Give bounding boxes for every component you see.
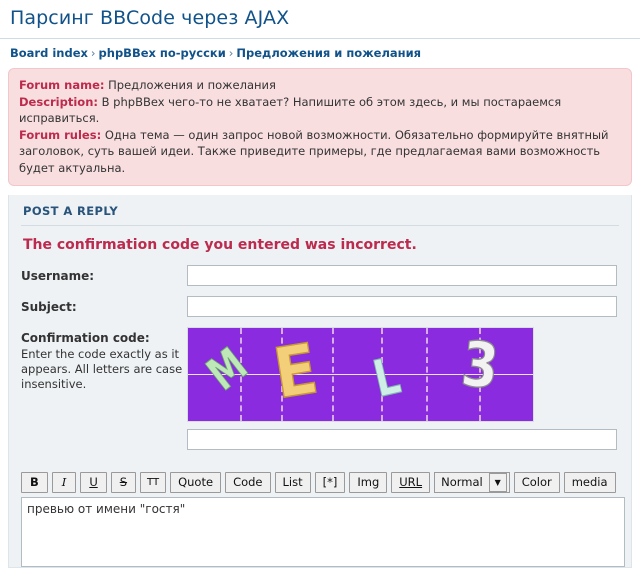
breadcrumb: Board index › phpBBex по-русски › Предложени… <box>0 39 640 68</box>
captcha-character: M <box>196 337 258 402</box>
captcha-image: M E L 3 <box>187 327 534 422</box>
forum-rules-label: Forum rules: <box>19 127 102 142</box>
bbcode-font-size-select[interactable]: Normal ▼ <box>434 472 510 493</box>
message-textarea[interactable] <box>21 497 625 567</box>
bbcode-list-item-button[interactable]: [*] <box>314 472 346 493</box>
site-header: Парсинг BBCode через AJAX <box>0 0 640 34</box>
post-reply-panel-inner: POST A REPLY The confirmation code you e… <box>9 195 631 567</box>
bbcode-font-size-value: Normal <box>441 475 483 489</box>
username-field-wrap <box>187 265 619 286</box>
username-input[interactable] <box>187 265 617 286</box>
confirmation-code-label-text: Confirmation code: <box>21 331 150 345</box>
forum-description-line: Description: В phpBBex чего-то не хватае… <box>19 94 621 127</box>
confirmation-code-label: Confirmation code: Enter the code exactl… <box>21 327 187 392</box>
panel-title-post-a-reply: POST A REPLY <box>21 195 619 226</box>
bbcode-image-button[interactable]: Img <box>349 472 388 493</box>
page-root: Парсинг BBCode через AJAX Board index › ph… <box>0 0 640 568</box>
captcha-wrap: M E L 3 <box>187 327 619 460</box>
captcha-vertical-line <box>426 328 428 421</box>
bbcode-bold-button[interactable]: B <box>21 472 48 493</box>
bbcode-url-button[interactable]: URL <box>391 472 431 493</box>
subject-input[interactable] <box>187 296 617 317</box>
captcha-character: 3 <box>457 327 503 404</box>
bbcode-code-button[interactable]: Code <box>225 472 271 493</box>
username-label: Username: <box>21 269 95 283</box>
forum-name-label: Forum name: <box>19 78 105 92</box>
forum-rules-box: Forum name: Предложения и пожелания Desc… <box>8 68 632 186</box>
bbcode-underline-button[interactable]: U <box>80 472 107 493</box>
page-title: Парсинг BBCode через AJAX <box>10 7 290 29</box>
breadcrumb-item-phpbbex[interactable]: phpBBex по-русски <box>99 46 226 60</box>
chevron-down-icon[interactable]: ▼ <box>488 473 507 492</box>
form-row-username: Username: <box>21 265 619 296</box>
bbcode-strikethrough-button[interactable]: S <box>110 472 137 493</box>
error-message: The confirmation code you entered was in… <box>23 237 417 253</box>
subject-label: Subject: <box>21 300 77 314</box>
form-row-subject: Subject: <box>21 296 619 327</box>
bbcode-color-button[interactable]: Color <box>513 472 560 493</box>
forum-description-label: Description: <box>19 94 98 109</box>
breadcrumb-separator-1: › <box>90 46 96 60</box>
bbcode-quote-button[interactable]: Quote <box>170 472 222 493</box>
forum-name-value: Предложения и пожелания <box>108 78 276 92</box>
bbcode-italic-button[interactable]: I <box>51 472 77 493</box>
form-row-confirmation-code: Confirmation code: Enter the code exactl… <box>21 327 619 470</box>
breadcrumb-item-current[interactable]: Предложения и пожелания <box>236 46 421 60</box>
breadcrumb-separator-2: › <box>228 46 234 60</box>
bbcode-list-button[interactable]: List <box>274 472 311 493</box>
forum-rules-line: Forum rules: Одна тема — один запрос нов… <box>19 127 621 177</box>
captcha-input-row <box>187 422 619 460</box>
captcha-character: E <box>268 327 324 415</box>
confirmation-code-input[interactable] <box>187 429 617 450</box>
bbcode-teletype-button[interactable]: TT <box>140 472 167 493</box>
captcha-character: L <box>367 345 406 409</box>
forum-name-line: Forum name: Предложения и пожелания <box>19 77 621 94</box>
post-reply-panel: POST A REPLY The confirmation code you e… <box>8 195 632 568</box>
confirmation-code-hint: Enter the code exactly as it appears. Al… <box>21 347 183 391</box>
bbcode-media-button[interactable]: media <box>563 472 616 493</box>
breadcrumb-item-board-index[interactable]: Board index <box>10 46 88 60</box>
forum-description-value: В phpBBex чего-то не хватает? Напишите о… <box>19 94 562 126</box>
forum-rules-value: Одна тема — один запрос новой возможност… <box>19 127 609 175</box>
subject-field-wrap <box>187 296 619 317</box>
message-editor: B I U S TT Quote Code List [*] Img URL N… <box>21 470 625 567</box>
captcha-vertical-line <box>332 328 334 421</box>
bbcode-toolbar: B I U S TT Quote Code List [*] Img URL N… <box>21 472 619 497</box>
